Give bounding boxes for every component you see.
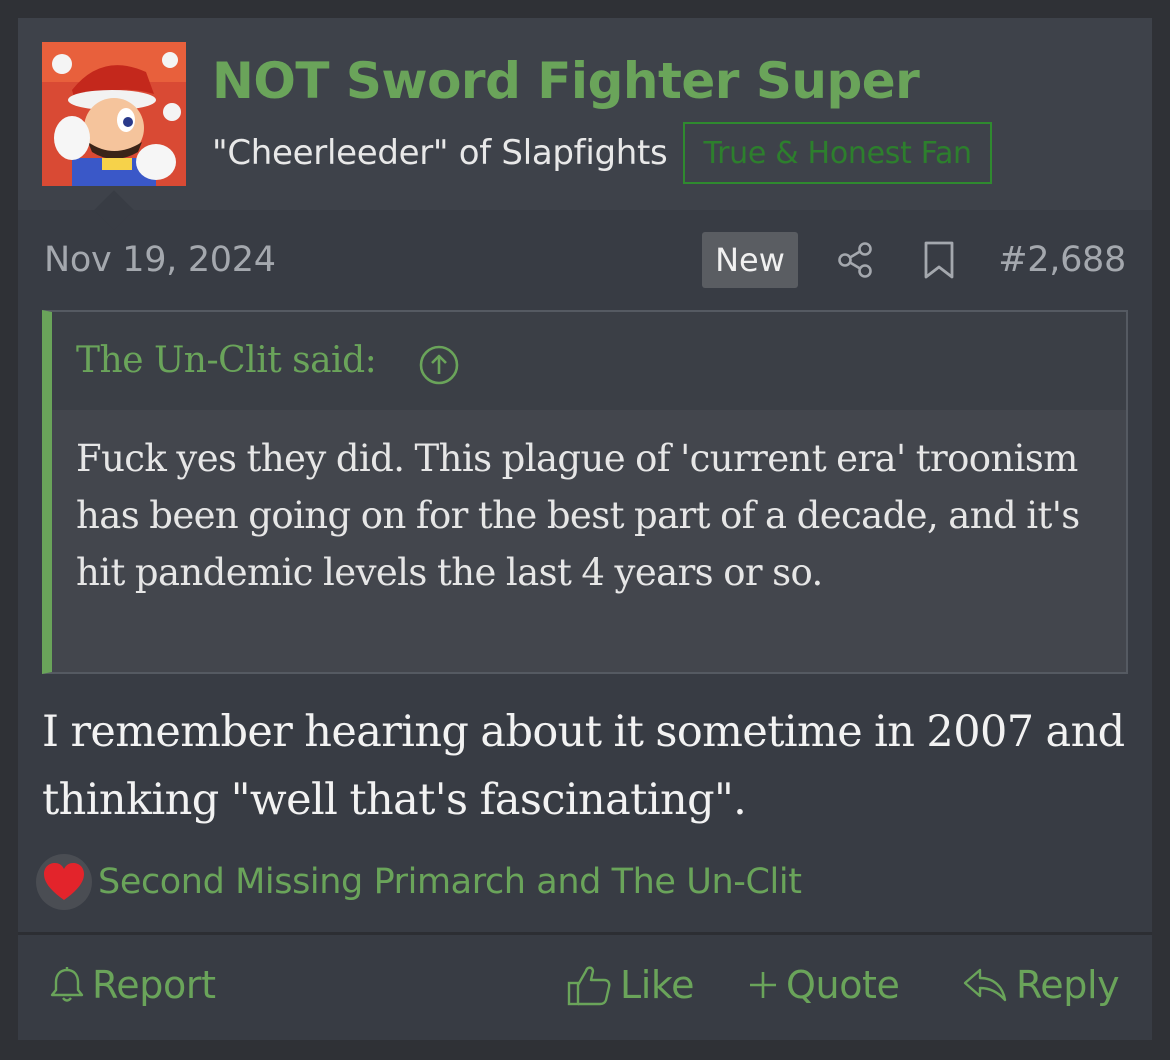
quote-text: Fuck yes they did. This plague of 'curre… (76, 437, 1080, 594)
post-header: NOT Sword Fighter Super "Cheerleeder" of… (18, 18, 1152, 210)
user-title: "Cheerleeder" of Slapfights (212, 133, 668, 173)
heart-icon (36, 854, 92, 910)
reply-button[interactable]: Reply (962, 957, 1120, 1013)
plus-icon (750, 972, 776, 998)
post-number[interactable]: #2,688 (998, 240, 1126, 280)
share-icon[interactable] (836, 241, 874, 279)
bell-icon (50, 967, 84, 1002)
report-button[interactable]: Report (50, 957, 216, 1013)
quote-header: The Un-Clit said: (52, 312, 1126, 410)
reply-label: Reply (1016, 963, 1120, 1007)
like-button[interactable]: Like (566, 957, 695, 1013)
post: NOT Sword Fighter Super "Cheerleeder" of… (18, 18, 1152, 1040)
avatar-image (42, 42, 186, 186)
like-label: Like (620, 963, 695, 1007)
quote-author[interactable]: The Un-Clit said: (76, 340, 377, 381)
quote-block: The Un-Clit said: Fuck yes they did. Thi… (42, 310, 1128, 674)
new-badge: New (702, 232, 798, 288)
post-footer: Report Like Quote Reply (18, 932, 1152, 1040)
thumbs-up-icon (567, 966, 611, 1006)
quote-button[interactable]: Quote (748, 957, 900, 1013)
post-body: I remember hearing about it sometime in … (42, 707, 1125, 825)
reply-icon (963, 968, 1007, 1002)
quote-label: Quote (786, 963, 900, 1007)
post-meta: Nov 19, 2024 New #2,688 (18, 228, 1152, 296)
user-banner: True & Honest Fan (683, 122, 992, 184)
reaction-users[interactable]: Second Missing Primarch and The Un-Clit (98, 862, 802, 902)
user-title-row: "Cheerleeder" of Slapfights True & Hones… (212, 118, 992, 188)
arrow-up-circle-icon[interactable] (418, 344, 460, 386)
post-date[interactable]: Nov 19, 2024 (44, 240, 276, 280)
username[interactable]: NOT Sword Fighter Super (212, 52, 920, 110)
reactions-bar[interactable]: Second Missing Primarch and The Un-Clit (36, 850, 802, 914)
report-label: Report (92, 963, 216, 1007)
avatar[interactable] (42, 42, 186, 186)
bookmark-icon[interactable] (922, 240, 956, 280)
